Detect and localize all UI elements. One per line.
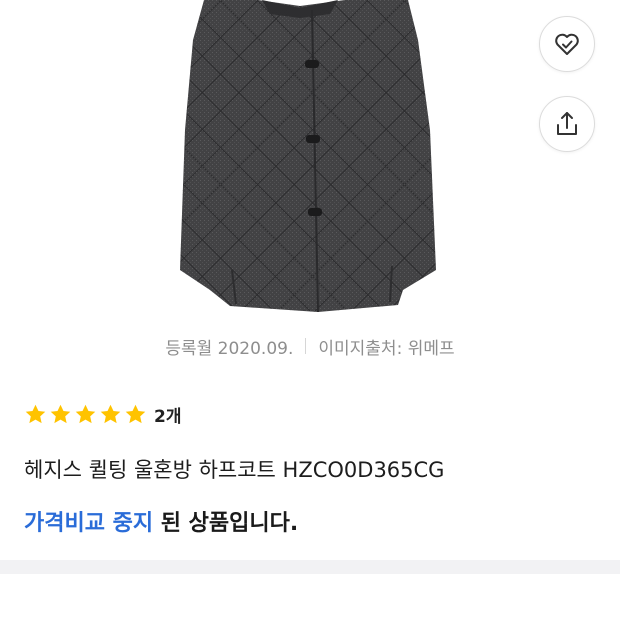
star-icon bbox=[75, 404, 96, 423]
star-icon bbox=[100, 404, 121, 423]
star-icon bbox=[125, 404, 146, 423]
product-title: 헤지스 퀼팅 울혼방 하프코트 HZCO0D365CG bbox=[24, 458, 445, 482]
notice-text: 된 상품입니다. bbox=[153, 511, 299, 536]
meta-divider bbox=[305, 338, 307, 354]
image-meta: 등록월 2020.09. 이미지출처: 위메프 bbox=[0, 333, 620, 359]
product-image[interactable] bbox=[0, 0, 620, 325]
share-button[interactable] bbox=[539, 96, 595, 152]
wishlist-button[interactable] bbox=[539, 16, 595, 72]
section-divider bbox=[0, 560, 620, 574]
heart-check-icon bbox=[555, 33, 579, 55]
price-compare-notice: 가격비교 중지 된 상품입니다. bbox=[24, 505, 298, 537]
review-count[interactable]: 2개 bbox=[154, 402, 181, 427]
notice-highlight: 가격비교 중지 bbox=[24, 511, 154, 536]
share-icon bbox=[557, 112, 577, 135]
registered-date: 등록월 2020.09. bbox=[165, 338, 294, 359]
coat-illustration bbox=[180, 0, 436, 313]
star-icon bbox=[50, 404, 71, 423]
image-source: 이미지출처: 위메프 bbox=[318, 338, 455, 359]
star-icon bbox=[25, 404, 46, 423]
rating[interactable]: 2개 bbox=[24, 400, 181, 428]
